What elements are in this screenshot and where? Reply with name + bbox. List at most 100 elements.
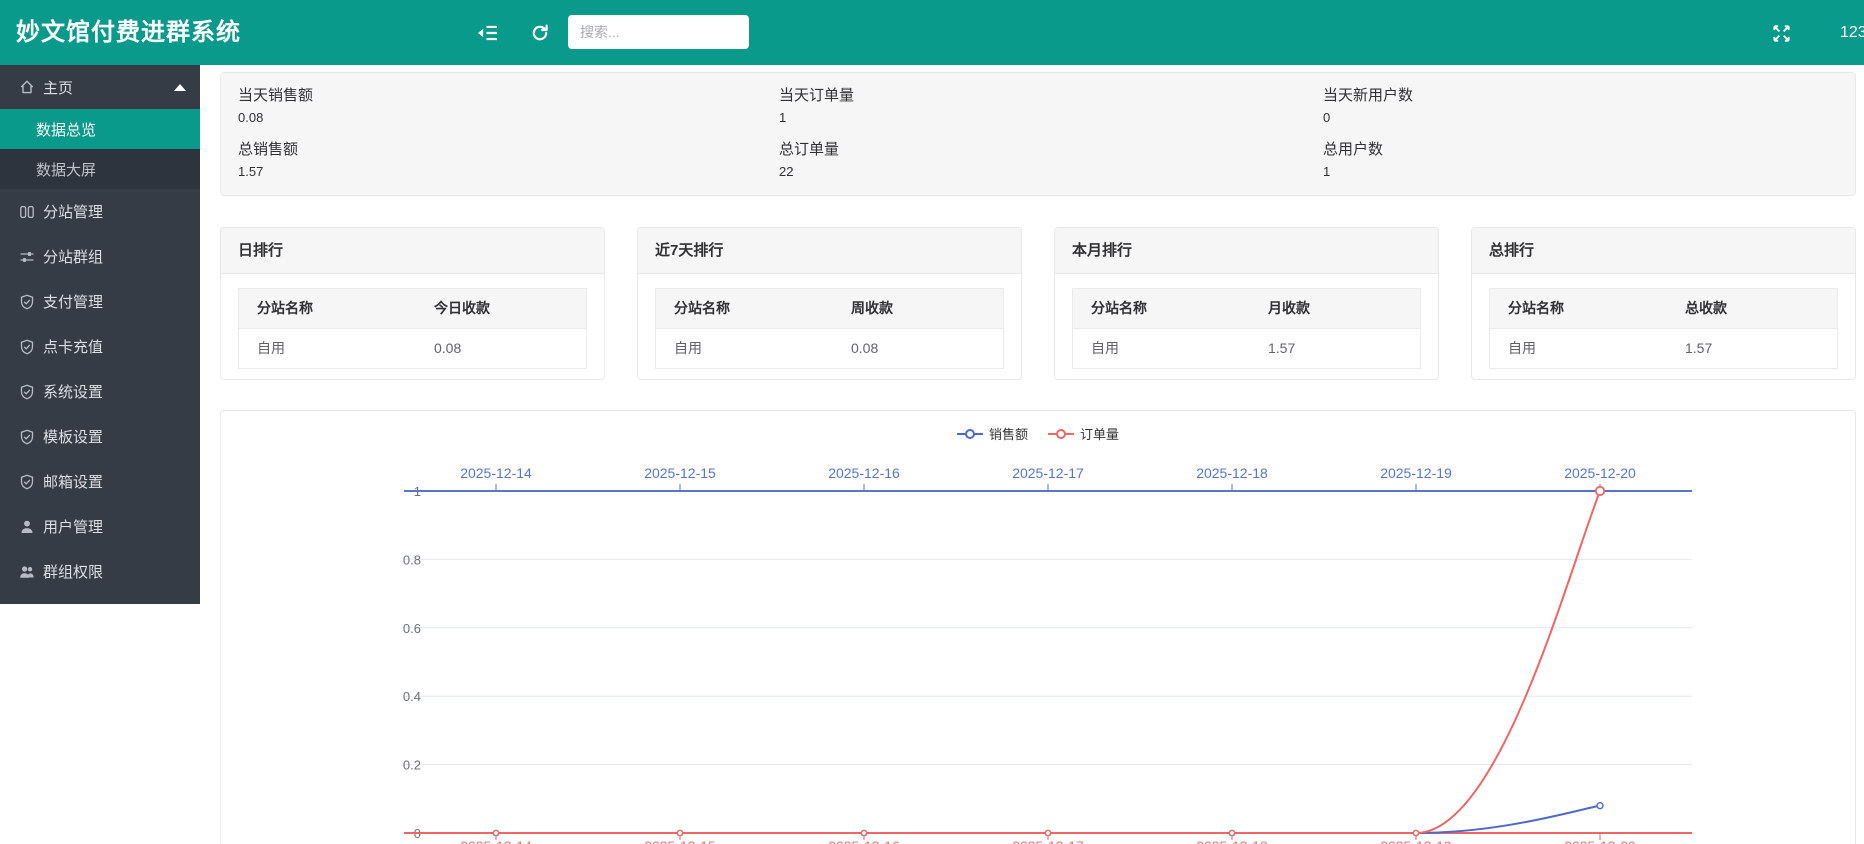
home-icon xyxy=(19,79,35,95)
shield-check-icon xyxy=(19,294,35,310)
svg-text:2025-12-16: 2025-12-16 xyxy=(828,465,900,481)
stat-label: 当天新用户数 xyxy=(1323,86,1413,106)
column-header: 分站名称 xyxy=(257,289,313,328)
svg-text:2025-12-14: 2025-12-14 xyxy=(460,838,532,844)
cell-amount: 1.57 xyxy=(1268,329,1295,368)
chart-card: 销售额订单量 00.20.40.60.812025-12-142025-12-1… xyxy=(220,410,1856,844)
column-header: 分站名称 xyxy=(1091,289,1147,328)
sidebar-item-data-screen[interactable]: 数据大屏 xyxy=(0,149,200,189)
cell-amount: 0.08 xyxy=(434,329,461,368)
svg-text:2025-12-17: 2025-12-17 xyxy=(1012,465,1084,481)
stats-panel: 当天销售额 0.08 总销售额 1.57 当天订单量 1 总订单量 22 当天新… xyxy=(220,72,1856,196)
cell-amount: 1.57 xyxy=(1685,329,1712,368)
sidebar-item-home[interactable]: 主页 xyxy=(0,65,200,109)
svg-text:2025-12-14: 2025-12-14 xyxy=(460,465,532,481)
shield-check-icon xyxy=(19,429,35,445)
app-title: 妙文馆付费进群系统 xyxy=(16,0,241,65)
column-header: 总收款 xyxy=(1685,289,1727,328)
sidebar-item-mail-settings[interactable]: 邮箱设置 xyxy=(0,459,200,504)
stat-label: 总订单量 xyxy=(779,140,854,160)
stat-value: 1.57 xyxy=(238,163,313,181)
app-window: 妙文馆付费进群系统 12345 主页 数据总览 xyxy=(0,0,1864,844)
stats-column-users: 当天新用户数 0 总用户数 1 xyxy=(1323,73,1413,181)
column-header: 今日收款 xyxy=(434,289,490,328)
cell-substation-name: 自用 xyxy=(257,329,285,368)
sidebar-item-label: 用户管理 xyxy=(43,516,103,537)
rank-table-header: 分站名称 月收款 xyxy=(1073,289,1420,329)
sales-orders-chart: 00.20.40.60.812025-12-142025-12-142025-1… xyxy=(221,411,1857,844)
rank-card-title: 总排行 xyxy=(1472,228,1855,274)
rank-card-title: 本月排行 xyxy=(1055,228,1438,274)
stats-column-sales: 当天销售额 0.08 总销售额 1.57 xyxy=(238,73,313,181)
sidebar-item-substation-manage[interactable]: 分站管理 xyxy=(0,189,200,234)
sidebar-item-label: 数据大屏 xyxy=(36,159,96,180)
svg-text:2025-12-15: 2025-12-15 xyxy=(644,465,716,481)
shield-check-icon xyxy=(19,384,35,400)
svg-text:0.4: 0.4 xyxy=(403,689,421,704)
sidebar-item-user-manage[interactable]: 用户管理 xyxy=(0,504,200,549)
rank-table-header: 分站名称 总收款 xyxy=(1490,289,1837,329)
shield-check-icon xyxy=(19,474,35,490)
caret-up-icon xyxy=(174,84,186,91)
sidebar-item-substation-groups[interactable]: 分站群组 xyxy=(0,234,200,279)
stat-label: 当天订单量 xyxy=(779,86,854,106)
main-content: 当天销售额 0.08 总销售额 1.57 当天订单量 1 总订单量 22 当天新… xyxy=(200,65,1864,844)
rank-card-total: 总排行 分站名称 总收款 自用 1.57 xyxy=(1471,227,1856,380)
cell-amount: 0.08 xyxy=(851,329,878,368)
cell-substation-name: 自用 xyxy=(674,329,702,368)
column-header: 月收款 xyxy=(1268,289,1310,328)
table-row: 自用 1.57 xyxy=(1490,329,1837,368)
cell-substation-name: 自用 xyxy=(1508,329,1536,368)
stat-label: 当天销售额 xyxy=(238,86,313,106)
rank-card-title: 日排行 xyxy=(221,228,604,274)
search-input[interactable] xyxy=(568,15,749,49)
sidebar-item-payment-manage[interactable]: 支付管理 xyxy=(0,279,200,324)
table-row: 自用 0.08 xyxy=(656,329,1003,368)
shield-check-icon xyxy=(19,339,35,355)
stat-label: 总销售额 xyxy=(238,140,313,160)
sidebar-item-group-permissions[interactable]: 群组权限 xyxy=(0,549,200,594)
users-icon xyxy=(19,564,35,580)
sidebar-item-template-settings[interactable]: 模板设置 xyxy=(0,414,200,459)
menu-fold-icon[interactable] xyxy=(476,22,498,44)
sidebar: 主页 数据总览 数据大屏 分站管理 分站群组 支付管理 xyxy=(0,65,200,604)
stat-value: 22 xyxy=(779,163,854,181)
svg-text:2025-12-18: 2025-12-18 xyxy=(1196,465,1268,481)
table-row: 自用 0.08 xyxy=(239,329,586,368)
sidebar-item-label: 支付管理 xyxy=(43,291,103,312)
rank-table: 分站名称 周收款 自用 0.08 xyxy=(655,288,1004,369)
svg-text:2025-12-16: 2025-12-16 xyxy=(828,838,900,844)
username[interactable]: 12345 xyxy=(1840,0,1864,65)
svg-text:2025-12-17: 2025-12-17 xyxy=(1012,838,1084,844)
sidebar-item-label: 主页 xyxy=(43,77,73,98)
top-bar: 妙文馆付费进群系统 12345 xyxy=(0,0,1864,65)
sliders-icon xyxy=(19,249,35,265)
column-header: 分站名称 xyxy=(1508,289,1564,328)
sidebar-item-label: 系统设置 xyxy=(43,381,103,402)
svg-text:2025-12-20: 2025-12-20 xyxy=(1564,838,1636,844)
fullscreen-icon[interactable] xyxy=(1772,24,1791,43)
columns-icon xyxy=(19,204,35,220)
sidebar-item-label: 分站群组 xyxy=(43,246,103,267)
refresh-icon[interactable] xyxy=(530,23,550,43)
stat-value: 1 xyxy=(1323,163,1413,181)
user-icon xyxy=(19,519,35,535)
sidebar-item-data-overview[interactable]: 数据总览 xyxy=(0,109,200,149)
stat-value: 0.08 xyxy=(238,109,313,127)
rank-table-header: 分站名称 周收款 xyxy=(656,289,1003,329)
cell-substation-name: 自用 xyxy=(1091,329,1119,368)
sidebar-item-card-recharge[interactable]: 点卡充值 xyxy=(0,324,200,369)
svg-text:2025-12-20: 2025-12-20 xyxy=(1564,465,1636,481)
sidebar-item-label: 群组权限 xyxy=(43,561,103,582)
stat-label: 总用户数 xyxy=(1323,140,1413,160)
table-row: 自用 1.57 xyxy=(1073,329,1420,368)
sidebar-item-label: 模板设置 xyxy=(43,426,103,447)
rank-table: 分站名称 总收款 自用 1.57 xyxy=(1489,288,1838,369)
stat-value: 0 xyxy=(1323,109,1413,127)
stat-value: 1 xyxy=(779,109,854,127)
rank-card-week: 近7天排行 分站名称 周收款 自用 0.08 xyxy=(637,227,1022,380)
sidebar-item-label: 邮箱设置 xyxy=(43,471,103,492)
rank-table-header: 分站名称 今日收款 xyxy=(239,289,586,329)
sidebar-item-system-settings[interactable]: 系统设置 xyxy=(0,369,200,414)
sidebar-item-label: 数据总览 xyxy=(36,119,96,140)
